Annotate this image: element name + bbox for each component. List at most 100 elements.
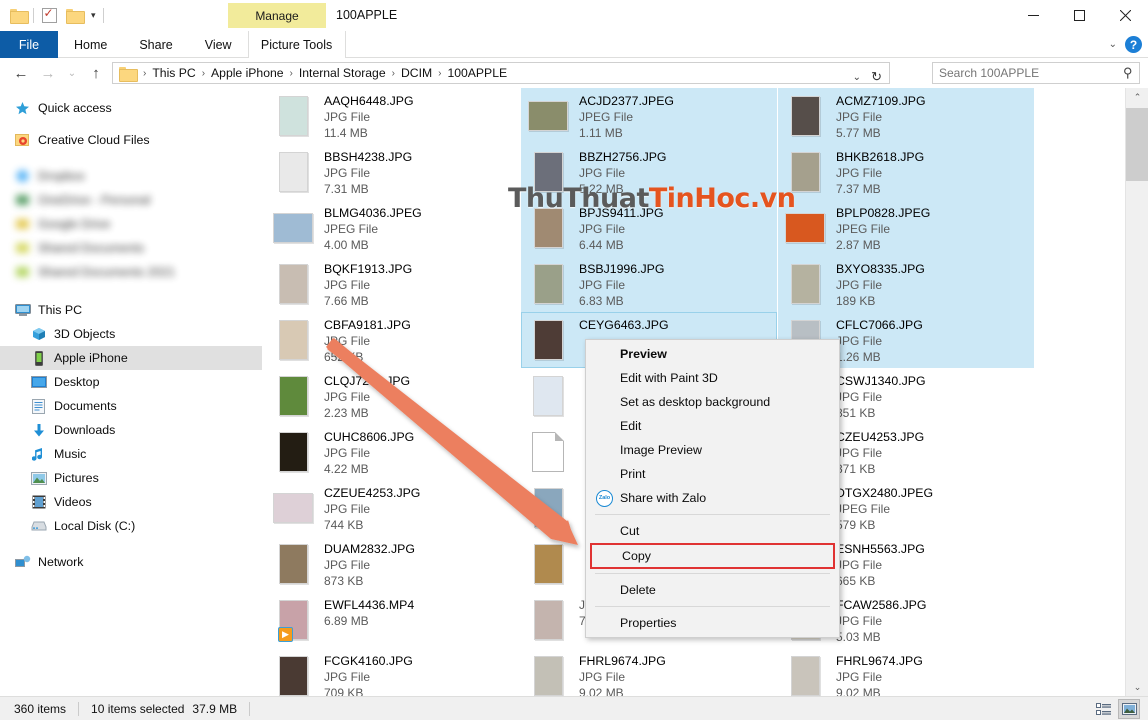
back-button[interactable]: ← [8, 60, 34, 86]
file-thumbnail [270, 92, 316, 140]
sidebar-item-apple-iphone[interactable]: Apple iPhone [0, 346, 262, 370]
menu-item-label: Preview [620, 347, 667, 361]
tab-picture-tools[interactable]: Picture Tools [247, 31, 346, 58]
scroll-up-icon[interactable]: ⌃ [1126, 88, 1148, 106]
sidebar-label: Desktop [54, 375, 100, 389]
file-list-item[interactable]: BBSH4238.JPG JPG File 7.31 MB [266, 144, 522, 200]
sidebar-item-blurred-4[interactable]: Shared Documents [0, 236, 262, 260]
menu-item-print[interactable]: Print [586, 462, 839, 486]
breadcrumb-item-dcim[interactable]: DCIM [399, 66, 434, 80]
scroll-down-icon[interactable]: ⌄ [1126, 678, 1148, 696]
menu-item-cut[interactable]: Cut [586, 519, 839, 543]
breadcrumb-item-internal-storage[interactable]: Internal Storage [297, 66, 388, 80]
menu-item-preview[interactable]: Preview [586, 342, 839, 366]
sidebar-item-quick-access[interactable]: Quick access [0, 96, 262, 120]
file-name: EWFL4436.MP4 [324, 598, 415, 612]
file-list-item[interactable]: BSBJ1996.JPG JPG File 6.83 MB [521, 256, 777, 312]
minimize-button[interactable] [1010, 0, 1056, 31]
scrollbar-thumb[interactable] [1126, 108, 1148, 181]
menu-item-properties[interactable]: Properties [586, 611, 839, 635]
menu-item-share-with-zalo[interactable]: Zalo Share with Zalo [586, 486, 839, 510]
file-thumbnail [782, 652, 828, 700]
tab-view[interactable]: View [189, 31, 248, 58]
vertical-scrollbar[interactable]: ⌃ ⌄ [1125, 88, 1148, 696]
sidebar-item-blurred-2[interactable]: OneDrive - Personal [0, 188, 262, 212]
refresh-icon[interactable]: ↻ [871, 69, 882, 85]
sidebar-item-blurred-5[interactable]: Shared Documents 2021 [0, 260, 262, 284]
sidebar-item-network[interactable]: Network [0, 550, 262, 574]
breadcrumb-separator-4: › [438, 67, 442, 79]
close-button[interactable] [1102, 0, 1148, 31]
thumbnail-image [533, 376, 563, 416]
file-list-item[interactable]: BPLP0828.JPEG JPEG File 2.87 MB [778, 200, 1034, 256]
sidebar-item-documents[interactable]: Documents [0, 394, 262, 418]
file-type: JPG File [836, 446, 883, 460]
file-list-item[interactable]: BQKF1913.JPG JPG File 7.66 MB [266, 256, 522, 312]
sidebar-item-music[interactable]: Music [0, 442, 262, 466]
chevron-down-icon[interactable]: ⌄ [1109, 39, 1117, 50]
cloud-icon [14, 168, 31, 185]
file-type: JPG File [324, 278, 371, 292]
sidebar-item-downloads[interactable]: Downloads [0, 418, 262, 442]
up-button[interactable]: ↑ [83, 60, 109, 86]
file-list-item[interactable]: ACMZ7109.JPG JPG File 5.77 MB [778, 88, 1034, 144]
file-list-item[interactable]: DUAM2832.JPG JPG File 873 KB [266, 536, 522, 592]
breadcrumb-item-apple-iphone[interactable]: Apple iPhone [209, 66, 286, 80]
sidebar-item-desktop[interactable]: Desktop [0, 370, 262, 394]
large-icons-view-icon[interactable] [1118, 699, 1140, 719]
menu-separator [595, 573, 830, 574]
sidebar-item-creative-cloud-files[interactable]: Creative Cloud Files [0, 128, 262, 152]
file-list-item[interactable]: AAQH6448.JPG JPG File 11.4 MB [266, 88, 522, 144]
file-list-item[interactable]: CLQJ7276.JPG JPG File 2.23 MB [266, 368, 522, 424]
sidebar-item-3d-objects[interactable]: 3D Objects [0, 322, 262, 346]
window-controls [1010, 0, 1148, 31]
menu-item-delete[interactable]: Delete [586, 578, 839, 602]
file-list-item[interactable]: ACJD2377.JPEG JPEG File 1.11 MB [521, 88, 777, 144]
thumbnail-image [533, 544, 563, 584]
sidebar-item-blurred-1[interactable]: Dropbox [0, 164, 262, 188]
breadcrumb-item-100apple[interactable]: 100APPLE [445, 66, 509, 80]
new-folder-icon[interactable] [64, 5, 85, 25]
sidebar-item-videos[interactable]: Videos [0, 490, 262, 514]
breadcrumb-item-this-pc[interactable]: This PC [150, 66, 197, 80]
tab-home[interactable]: Home [58, 31, 123, 58]
tab-file[interactable]: File [0, 31, 58, 58]
file-metadata: BSBJ1996.JPG JPG File 6.83 MB [571, 260, 664, 309]
maximize-button[interactable] [1056, 0, 1102, 31]
file-list-item[interactable]: CBFA9181.JPG JPG File 652 KB [266, 312, 522, 368]
breadcrumb[interactable]: › This PC › Apple iPhone › Internal Stor… [112, 62, 890, 84]
menu-item-image-preview[interactable]: Image Preview [586, 438, 839, 462]
file-list-item[interactable]: CUHC8606.JPG JPG File 4.22 MB [266, 424, 522, 480]
file-list-item[interactable]: BHKB2618.JPG JPG File 7.37 MB [778, 144, 1034, 200]
file-list-item[interactable]: CZEUE4253.JPG JPG File 744 KB [266, 480, 522, 536]
search-icon[interactable]: ⚲ [1123, 65, 1133, 81]
properties-icon[interactable] [39, 5, 59, 25]
details-view-icon[interactable] [1092, 699, 1114, 719]
file-list-item[interactable]: BXYO8335.JPG JPG File 189 KB [778, 256, 1034, 312]
file-metadata: BXYO8335.JPG JPG File 189 KB [828, 260, 925, 309]
menu-item-copy[interactable]: Copy [590, 543, 835, 569]
menu-item-set-as-desktop-background[interactable]: Set as desktop background [586, 390, 839, 414]
recent-locations-icon[interactable]: ⌄ [62, 60, 82, 86]
thumbnail-image [533, 264, 563, 304]
file-list-item[interactable]: ▶ EWFL4436.MP4 6.89 MB [266, 592, 522, 648]
file-name: BXYO8335.JPG [836, 262, 925, 276]
file-list-item[interactable]: BLMG4036.JPEG JPEG File 4.00 MB [266, 200, 522, 256]
sidebar-item-this-pc[interactable]: This PC [0, 298, 262, 322]
forward-button[interactable]: → [35, 60, 61, 86]
breadcrumb-dropdown-icon[interactable]: ⌄ [853, 72, 861, 83]
file-name: CZEUE4253.JPG [324, 486, 421, 500]
tab-share[interactable]: Share [123, 31, 188, 58]
sidebar-item-pictures[interactable]: Pictures [0, 466, 262, 490]
file-thumbnail [782, 92, 828, 140]
chevron-down-icon[interactable]: ▾ [89, 10, 98, 21]
folder-icon[interactable] [8, 5, 29, 25]
search-input[interactable]: Search 100APPLE ⚲ [932, 62, 1140, 84]
file-type: JPG File [836, 614, 883, 628]
sidebar-item-blurred-3[interactable]: Google Drive [0, 212, 262, 236]
contextual-tab-manage[interactable]: Manage [228, 3, 326, 28]
menu-item-edit[interactable]: Edit [586, 414, 839, 438]
help-icon[interactable]: ? [1125, 36, 1142, 53]
menu-item-edit-with-paint-3d[interactable]: Edit with Paint 3D [586, 366, 839, 390]
sidebar-item-local-disk-c[interactable]: Local Disk (C:) [0, 514, 262, 538]
